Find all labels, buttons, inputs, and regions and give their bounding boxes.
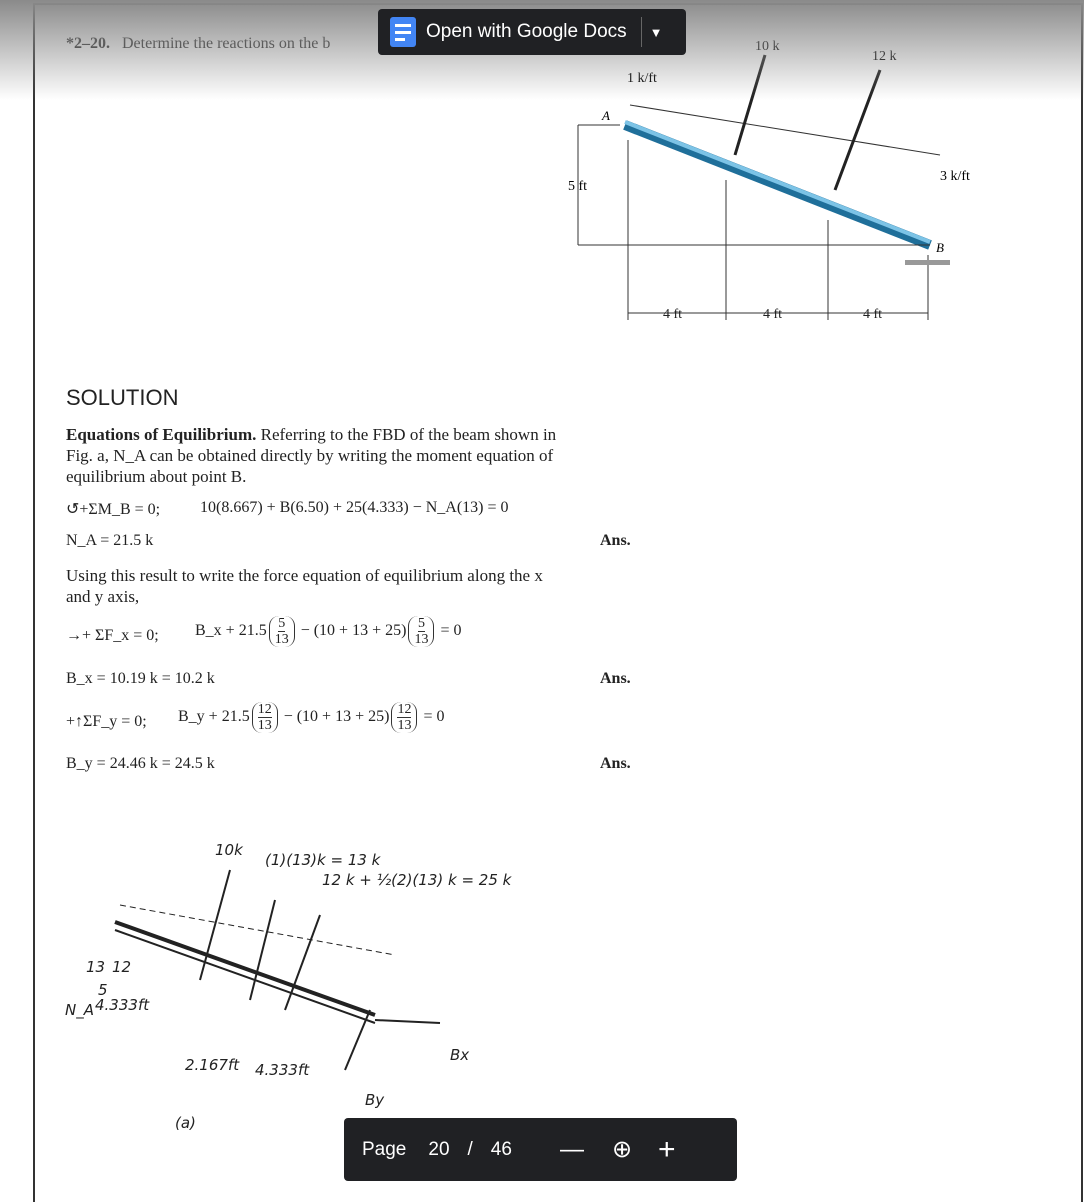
free-body-diagram: 10k (1)(13)k = 13 k 12 k + ½(2)(13) k = … [65, 841, 513, 1130]
fy-eq: B_y + 21.5 12 13 − (10 + 13 + 25) 12 13 = 0 [178, 702, 445, 733]
zoom-in-button[interactable]: + [658, 1133, 676, 1167]
fx-eq-label: →+ ΣF_x = 0; [66, 627, 159, 644]
ans-label: Ans. [600, 755, 631, 772]
fbd-na: N_A [65, 1001, 94, 1020]
beam [623, 120, 932, 250]
force1-label: 10 k [755, 39, 780, 54]
dim-3: 4 ft [863, 307, 882, 322]
force1-arrow [733, 54, 767, 156]
force-paragraph: Using this result to write the force equ… [66, 566, 543, 606]
svg-text:4.333ft: 4.333ft [95, 996, 150, 1014]
ans-label: Ans. [600, 670, 631, 687]
page-current[interactable]: 20 [428, 1139, 449, 1161]
page-total: 46 [490, 1138, 512, 1160]
problem-statement: *2–20. Determine the reactions on the b [66, 35, 331, 52]
bx-result: B_x = 10.19 k = 10.2 k [66, 670, 215, 687]
force2-arrow [833, 69, 882, 191]
point-a-label: A [601, 108, 610, 123]
solution-heading: SOLUTION [66, 385, 179, 410]
load-right-label: 3 k/ft [940, 169, 970, 184]
point-b-label: B [936, 240, 944, 255]
figure-caption: (a) [175, 1114, 196, 1130]
chevron-down-icon[interactable]: ▼ [650, 25, 663, 40]
svg-text:13: 13 [86, 958, 105, 976]
force2-label: 12 k [872, 49, 897, 64]
zoom-out-button[interactable]: — [560, 1136, 584, 1164]
google-docs-icon [390, 17, 416, 47]
moment-eq: 10(8.667) + B(6.50) + 25(4.333) − N_A(13… [200, 499, 509, 516]
dim-1: 4 ft [663, 307, 682, 322]
svg-text:12: 12 [112, 958, 131, 976]
na-result: N_A = 21.5 k [66, 532, 154, 549]
fbd-label-25k: 12 k + ½(2)(13) k = 25 k [322, 871, 513, 889]
load-left-label: 1 k/ft [627, 71, 657, 86]
svg-text:2.167ft: 2.167ft [185, 1056, 240, 1074]
fy-eq-label: +↑ΣF_y = 0; [66, 713, 147, 730]
zoom-icon[interactable]: ⊕ [612, 1135, 632, 1164]
page-label: Page [362, 1138, 407, 1160]
ans-label: Ans. [600, 532, 631, 549]
dim-2: 4 ft [763, 307, 782, 322]
fbd-bx: Bx [450, 1046, 469, 1064]
page-toolbar: Page 20 / 46 — ⊕ + [344, 1118, 737, 1181]
intro-paragraph: Equations of Equilibrium. Referring to t… [66, 425, 557, 486]
svg-text:4.333ft: 4.333ft [255, 1061, 310, 1079]
open-with-google-docs-button[interactable]: Open with Google Docs ▼ [378, 9, 686, 55]
by-result: B_y = 24.46 k = 24.5 k [66, 755, 215, 772]
fbd-beam [114, 920, 376, 1017]
moment-eq-label: ↺+ΣM_B = 0; [66, 501, 161, 518]
fbd-by: By [365, 1091, 385, 1109]
beam-figure: 1 k/ft 10 k 12 k 3 k/ft A B 5 ft 4 ft 4 … [568, 39, 970, 322]
fbd-label-10k: 10k [215, 841, 244, 859]
fbd-label-13k: (1)(13)k = 13 k [265, 851, 382, 869]
fx-eq: B_x + 21.5 5 13 − (10 + 13 + 25) 5 13 = 0 [195, 616, 462, 647]
